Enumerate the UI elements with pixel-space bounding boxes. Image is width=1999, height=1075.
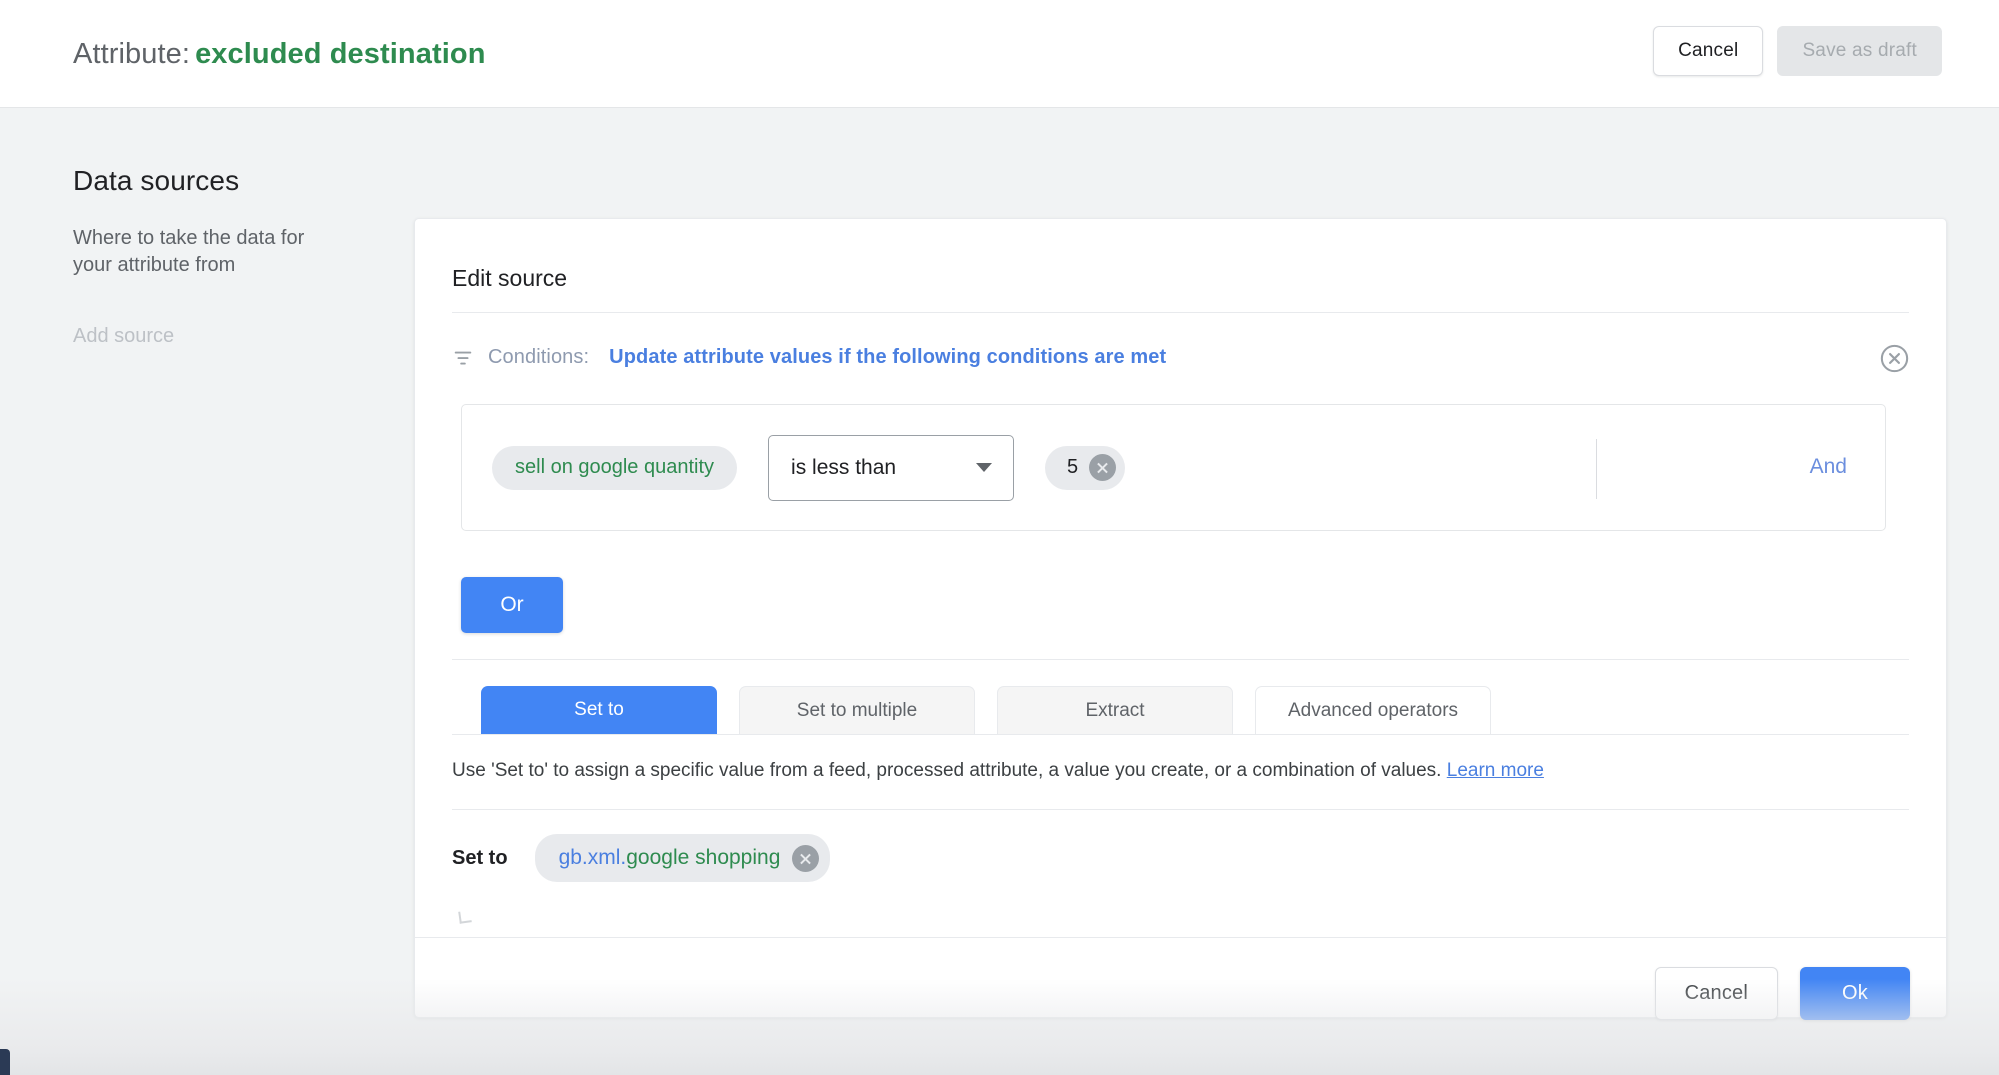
add-and-condition-button[interactable]: And xyxy=(1810,455,1847,479)
save-as-draft-button[interactable]: Save as draft xyxy=(1777,26,1942,76)
card-footer-actions: Cancel Ok xyxy=(1654,967,1910,1020)
set-to-label: Set to xyxy=(452,846,508,869)
card-footer-divider xyxy=(415,937,1946,938)
conditions-header: Conditions: Update attribute values if t… xyxy=(452,346,1166,369)
condition-operator-select[interactable]: is less than xyxy=(768,434,1015,501)
remove-set-to-value-icon[interactable] xyxy=(792,844,820,872)
page-title: Attribute: excluded destination xyxy=(73,38,486,71)
help-divider xyxy=(452,809,1909,810)
condition-divider xyxy=(1596,439,1597,499)
condition-field-chip[interactable]: sell on google quantity xyxy=(492,445,738,490)
conditions-description[interactable]: Update attribute values if the following… xyxy=(609,346,1166,369)
dialog-cancel-button[interactable]: Cancel xyxy=(1654,967,1779,1020)
set-to-value-suffix: google shopping xyxy=(626,846,781,869)
data-sources-title: Data sources xyxy=(73,165,240,196)
data-sources-subtitle: Where to take the data for your attribut… xyxy=(73,227,305,276)
condition-value-chip[interactable]: 5 xyxy=(1045,445,1126,490)
set-to-row: Set to gb.xml.google shopping xyxy=(452,834,831,882)
condition-row: sell on google quantity is less than 5 A… xyxy=(461,404,1886,531)
page-title-prefix: Attribute: xyxy=(73,38,191,70)
set-to-value-prefix: gb.xml. xyxy=(558,846,627,869)
condition-controls: sell on google quantity is less than 5 xyxy=(492,405,1126,530)
attribute-name: excluded destination xyxy=(195,38,486,70)
chevron-down-icon xyxy=(976,463,993,472)
tab-set-to[interactable]: Set to xyxy=(481,686,717,734)
close-circle-icon[interactable] xyxy=(1878,342,1911,375)
condition-operator-value: is less than xyxy=(791,455,897,479)
learn-more-link[interactable]: Learn more xyxy=(1447,760,1544,781)
card-header-divider xyxy=(452,312,1909,313)
tabs-underline xyxy=(452,734,1909,735)
operation-tabs: Set to Set to multiple Extract Advanced … xyxy=(481,686,1491,734)
edit-source-title: Edit source xyxy=(452,265,568,291)
cancel-button[interactable]: Cancel xyxy=(1653,26,1764,76)
data-sources-panel: Data sources Where to take the data for … xyxy=(73,165,363,348)
top-app-bar: Attribute: excluded destination Cancel Sa… xyxy=(0,0,1999,108)
filter-icon xyxy=(452,347,474,369)
conditions-label: Conditions: xyxy=(488,346,590,368)
remove-value-icon[interactable] xyxy=(1089,454,1117,481)
tab-extract[interactable]: Extract xyxy=(997,686,1233,734)
tab-set-to-multiple[interactable]: Set to multiple xyxy=(739,686,975,734)
resize-handle[interactable] xyxy=(458,910,472,924)
dialog-ok-button[interactable]: Ok xyxy=(1800,967,1910,1020)
tab-advanced-operators[interactable]: Advanced operators xyxy=(1255,686,1491,734)
edit-source-card: Edit source Conditions: Update attribute… xyxy=(414,218,1947,1020)
set-to-help-text: Use 'Set to' to assign a specific value … xyxy=(452,760,1544,782)
add-source-button[interactable]: Add source xyxy=(73,325,363,348)
add-or-condition-button[interactable]: Or xyxy=(461,577,563,633)
conditions-section-divider xyxy=(452,659,1909,660)
condition-value-text: 5 xyxy=(1067,456,1079,478)
set-to-value-chip[interactable]: gb.xml.google shopping xyxy=(534,834,831,882)
bottom-left-indicator xyxy=(0,1049,10,1075)
help-text-body: Use 'Set to' to assign a specific value … xyxy=(452,760,1442,781)
top-bar-actions: Cancel Save as draft xyxy=(1653,26,1942,76)
